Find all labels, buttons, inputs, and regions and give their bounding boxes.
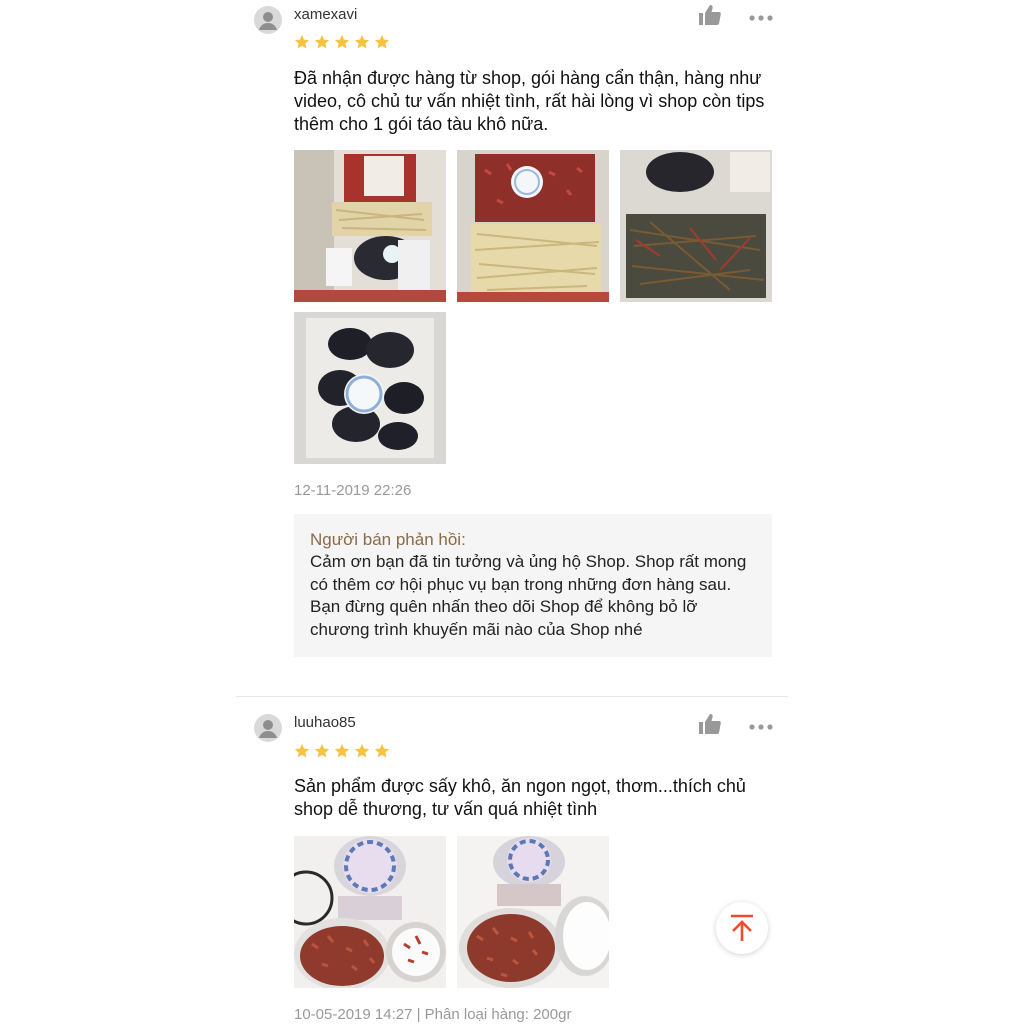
review-photo[interactable] <box>294 150 446 302</box>
scroll-to-top-icon <box>731 914 753 941</box>
review-photo[interactable] <box>294 836 446 988</box>
reviewer-username[interactable]: luuhao85 <box>294 714 356 731</box>
review-photo-gallery <box>294 150 774 464</box>
review-photo[interactable] <box>457 836 609 988</box>
star-rating <box>294 34 390 50</box>
review-photo[interactable] <box>620 150 772 302</box>
more-options-icon[interactable] <box>748 10 774 21</box>
review-card: xamexavi Đã nhận được hàng từ shop, gói … <box>236 0 788 690</box>
user-avatar-icon <box>254 714 282 742</box>
review-timestamp: 12-11-2019 22:26 <box>294 482 412 499</box>
review-photo-gallery <box>294 836 774 988</box>
user-avatar-icon <box>254 6 282 34</box>
star-icon <box>314 744 330 758</box>
review-photo[interactable] <box>457 150 609 302</box>
star-icon <box>334 35 350 49</box>
seller-reply-label: Người bán phản hồi: <box>310 530 466 549</box>
review-comment: Sản phẩm được sấy khô, ăn ngon ngọt, thơ… <box>294 776 746 819</box>
seller-reply: Người bán phản hồi: Cảm ơn bạn đã tin tư… <box>294 514 772 657</box>
thumbs-up-icon[interactable] <box>698 713 722 735</box>
star-icon <box>374 35 390 49</box>
star-icon <box>354 35 370 49</box>
star-icon <box>294 744 310 758</box>
star-rating <box>294 743 390 759</box>
seller-reply-text: Cảm ơn bạn đã tin tưởng và ủng hộ Shop. … <box>310 552 747 639</box>
star-icon <box>374 744 390 758</box>
reviewer-username[interactable]: xamexavi <box>294 6 357 23</box>
star-icon <box>354 744 370 758</box>
review-photo[interactable] <box>294 312 446 464</box>
review-timestamp: 10-05-2019 14:27 | Phân loại hàng: 200gr <box>294 1006 572 1023</box>
star-icon <box>334 744 350 758</box>
review-divider <box>236 696 788 697</box>
thumbs-up-icon[interactable] <box>698 4 722 26</box>
star-icon <box>294 35 310 49</box>
scroll-to-top-button[interactable] <box>716 902 768 954</box>
star-icon <box>314 35 330 49</box>
review-card: luuhao85 Sản phẩm được sấy khô, ăn ngon … <box>236 708 788 1024</box>
review-comment: Đã nhận được hàng từ shop, gói hàng cẩn … <box>294 68 765 134</box>
more-options-icon[interactable] <box>748 719 774 730</box>
